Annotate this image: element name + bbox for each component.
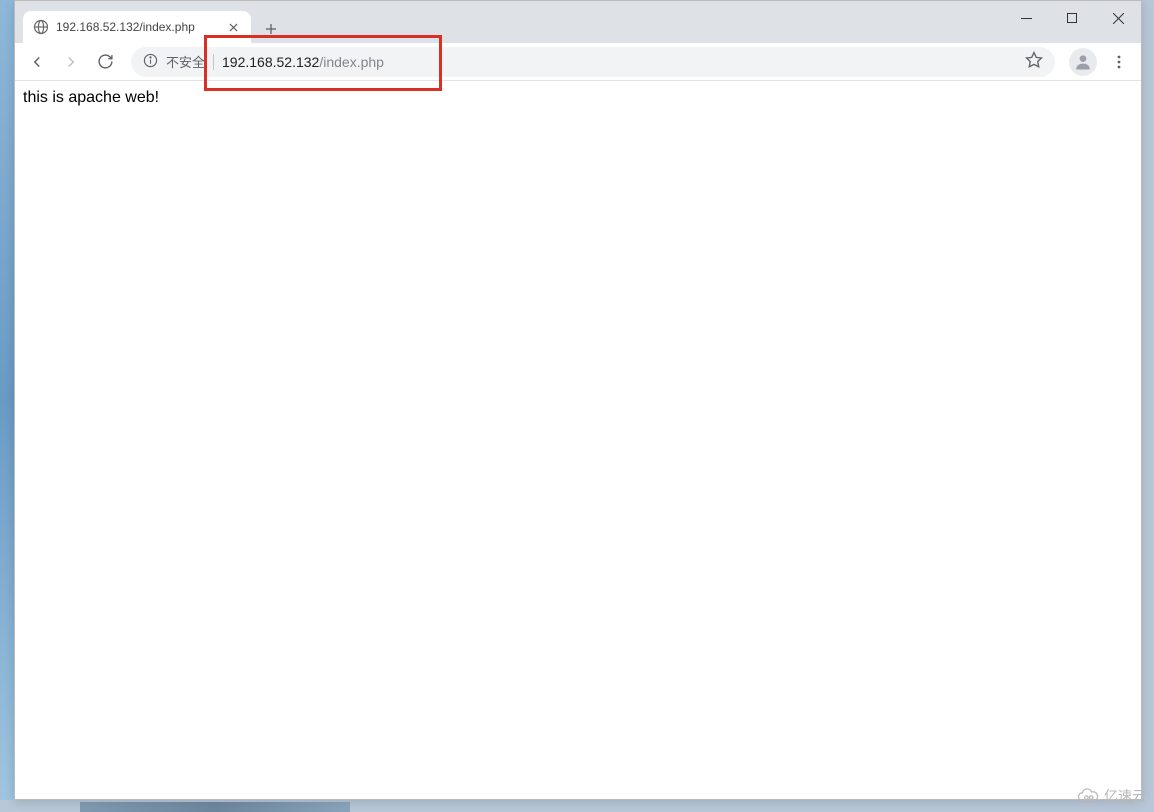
watermark-text: 亿速云: [1104, 786, 1146, 806]
forward-button[interactable]: [55, 46, 87, 78]
new-tab-button[interactable]: [257, 15, 285, 43]
page-body-text: this is apache web!: [23, 89, 159, 106]
tab-close-button[interactable]: [225, 19, 241, 35]
tab-title: 192.168.52.132/index.php: [56, 20, 218, 34]
url-path: /index.php: [319, 54, 384, 70]
globe-icon: [33, 19, 49, 35]
cloud-icon: [1076, 787, 1100, 805]
watermark: 亿速云: [1076, 786, 1146, 806]
taskbar-edge: [80, 802, 350, 812]
security-label: 不安全: [166, 52, 205, 71]
menu-button[interactable]: [1103, 46, 1135, 78]
tab-strip: 192.168.52.132/index.php: [15, 9, 1141, 43]
back-button[interactable]: [21, 46, 53, 78]
maximize-button[interactable]: [1049, 3, 1095, 33]
browser-toolbar: 不安全 192.168.52.132/index.php: [15, 43, 1141, 81]
url-host: 192.168.52.132: [222, 54, 319, 70]
window-close-button[interactable]: [1095, 3, 1141, 33]
url-text: 192.168.52.132/index.php: [222, 54, 1017, 70]
reload-button[interactable]: [89, 46, 121, 78]
window-controls: [1003, 3, 1141, 33]
browser-window: 192.168.52.132/index.php: [14, 0, 1142, 800]
bookmark-star-icon[interactable]: [1025, 51, 1043, 72]
page-content: this is apache web!: [15, 81, 1141, 799]
divider: [213, 54, 214, 70]
address-bar[interactable]: 不安全 192.168.52.132/index.php: [131, 47, 1055, 77]
minimize-button[interactable]: [1003, 3, 1049, 33]
profile-button[interactable]: [1069, 48, 1097, 76]
browser-tab[interactable]: 192.168.52.132/index.php: [23, 11, 251, 43]
info-icon: [143, 53, 158, 71]
desktop-background-edge: [0, 0, 14, 800]
titlebar-spacer: [15, 1, 1141, 9]
